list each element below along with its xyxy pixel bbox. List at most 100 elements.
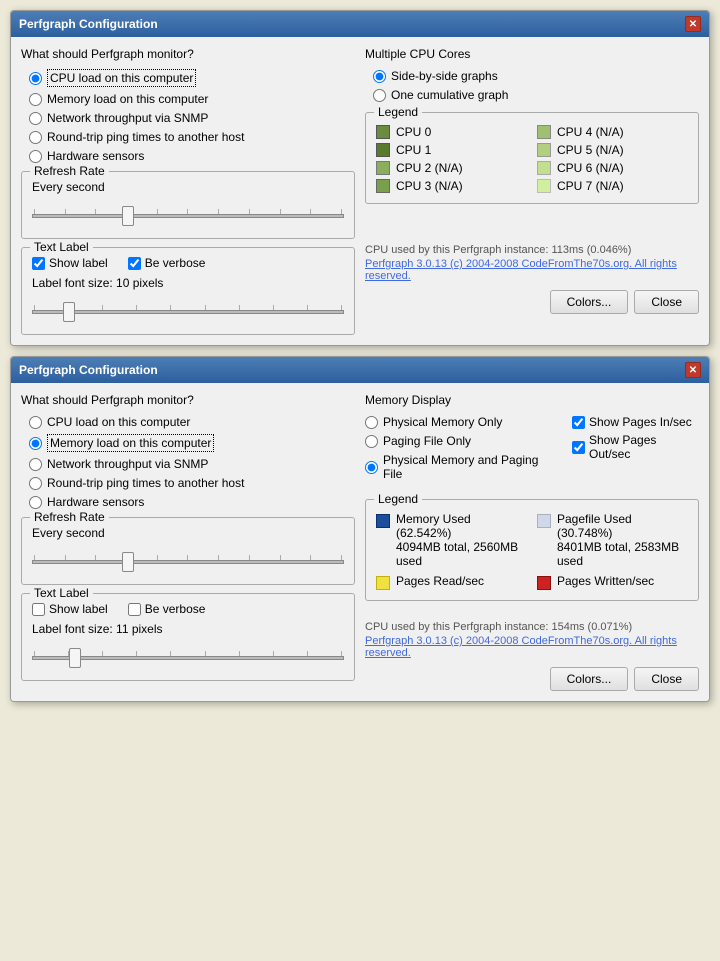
monitor-radio-memory-2[interactable] (29, 437, 42, 450)
copyright-text-1: Perfgraph 3.0.13 (c) 2004-2008 CodeFromT… (365, 258, 699, 282)
memory-display-layout-2: Physical Memory Only Paging File Only Ph… (365, 415, 699, 489)
legend-item-cpu1: CPU 1 (376, 143, 527, 157)
monitor-radio-roundtrip-1[interactable] (29, 131, 42, 144)
legend-group-1: Legend CPU 0 CPU 4 (N/A) CPU 1 (365, 112, 699, 204)
colors-button-1[interactable]: Colors... (550, 290, 629, 314)
show-pages-in-checkbox-2[interactable]: Show Pages In/sec (572, 415, 699, 429)
legend-item-pagefile-used-2: Pagefile Used (30.748%)8401MB total, 258… (537, 512, 688, 568)
memory-display-both-2[interactable]: Physical Memory and Paging File (365, 453, 558, 481)
font-size-slider-1[interactable] (32, 310, 344, 314)
be-verbose-text-2: Be verbose (145, 602, 206, 616)
be-verbose-checkbox-1[interactable]: Be verbose (128, 256, 206, 270)
refresh-rate-sublabel-1: Every second (32, 180, 344, 194)
legend-item-cpu4: CPU 4 (N/A) (537, 125, 688, 139)
legend-color-cpu6 (537, 161, 551, 175)
legend-color-pagefile-used-2 (537, 514, 551, 528)
monitor-option-network-1[interactable]: Network throughput via SNMP (29, 111, 355, 125)
monitor-option-cpu-1[interactable]: CPU load on this computer (29, 69, 355, 87)
monitor-option-hardware-2[interactable]: Hardware sensors (29, 495, 355, 509)
show-pages-out-checkbox-2[interactable]: Show Pages Out/sec (572, 433, 699, 461)
monitor-label-network-1: Network throughput via SNMP (47, 111, 208, 125)
refresh-rate-title-2: Refresh Rate (30, 510, 109, 524)
show-label-input-1[interactable] (32, 257, 45, 270)
show-label-text-2: Show label (49, 602, 108, 616)
cpu-display-label-cumulative-1: One cumulative graph (391, 88, 508, 102)
button-row-1: Colors... Close (365, 290, 699, 314)
window-title-2: Perfgraph Configuration (19, 363, 158, 377)
monitor-option-network-2[interactable]: Network throughput via SNMP (29, 457, 355, 471)
close-button-1[interactable]: ✕ (685, 16, 701, 32)
monitor-option-cpu-2[interactable]: CPU load on this computer (29, 415, 355, 429)
monitor-radio-group-2: CPU load on this computer Memory load on… (29, 415, 355, 509)
show-label-checkbox-1[interactable]: Show label (32, 256, 108, 270)
close-btn-1[interactable]: Close (634, 290, 699, 314)
close-btn-2[interactable]: Close (634, 667, 699, 691)
left-panel-1: What should Perfgraph monitor? CPU load … (21, 47, 355, 335)
legend-color-pages-read-2 (376, 576, 390, 590)
cpu-display-radio-sidebyside-1[interactable] (373, 70, 386, 83)
memory-display-paging-2[interactable]: Paging File Only (365, 434, 558, 448)
status-text-1: CPU used by this Perfgraph instance: 113… (365, 244, 699, 256)
legend-label-cpu5: CPU 5 (N/A) (557, 143, 624, 157)
cpu-display-cumulative-1[interactable]: One cumulative graph (373, 88, 699, 102)
cpu-display-radio-group-1: Side-by-side graphs One cumulative graph (373, 69, 699, 102)
legend-item-memory-used-2: Memory Used (62.542%)4094MB total, 2560M… (376, 512, 527, 568)
monitor-label-roundtrip-1: Round-trip ping times to another host (47, 130, 244, 144)
monitor-radio-roundtrip-2[interactable] (29, 477, 42, 490)
monitor-radio-memory-1[interactable] (29, 93, 42, 106)
monitor-label-roundtrip-2: Round-trip ping times to another host (47, 476, 244, 490)
memory-display-label-both-2: Physical Memory and Paging File (383, 453, 558, 481)
cpu-display-radio-cumulative-1[interactable] (373, 89, 386, 102)
legend-color-cpu3 (376, 179, 390, 193)
monitor-radio-hardware-1[interactable] (29, 150, 42, 163)
monitor-radio-cpu-2[interactable] (29, 416, 42, 429)
monitor-label-memory-1: Memory load on this computer (47, 92, 208, 106)
monitor-option-roundtrip-1[interactable]: Round-trip ping times to another host (29, 130, 355, 144)
show-pages-out-input-2[interactable] (572, 441, 585, 454)
text-label-title-2: Text Label (30, 586, 93, 600)
monitor-radio-cpu-1[interactable] (29, 72, 42, 85)
colors-button-2[interactable]: Colors... (550, 667, 629, 691)
legend-color-cpu5 (537, 143, 551, 157)
legend-color-cpu7 (537, 179, 551, 193)
window-1-content: What should Perfgraph monitor? CPU load … (11, 37, 709, 345)
memory-display-radio-both-2[interactable] (365, 461, 378, 474)
monitor-option-memory-1[interactable]: Memory load on this computer (29, 92, 355, 106)
be-verbose-checkbox-2[interactable]: Be verbose (128, 602, 206, 616)
memory-display-radio-paging-2[interactable] (365, 435, 378, 448)
monitor-option-hardware-1[interactable]: Hardware sensors (29, 149, 355, 163)
legend-item-pages-read-2: Pages Read/sec (376, 574, 527, 590)
show-pages-out-text-2: Show Pages Out/sec (589, 433, 699, 461)
show-label-checkbox-2[interactable]: Show label (32, 602, 108, 616)
cpu-display-sidebyside-1[interactable]: Side-by-side graphs (373, 69, 699, 83)
show-pages-in-text-2: Show Pages In/sec (589, 415, 692, 429)
legend-label-cpu7: CPU 7 (N/A) (557, 179, 624, 193)
button-row-2: Colors... Close (365, 667, 699, 691)
font-slider-wrapper-2 (32, 640, 344, 670)
legend-grid-1: CPU 0 CPU 4 (N/A) CPU 1 CPU 5 (N/A) (376, 125, 688, 193)
memory-display-physical-2[interactable]: Physical Memory Only (365, 415, 558, 429)
monitor-radio-network-1[interactable] (29, 112, 42, 125)
text-label-title-1: Text Label (30, 240, 93, 254)
legend-item-cpu3: CPU 3 (N/A) (376, 179, 527, 193)
legend-color-cpu1 (376, 143, 390, 157)
close-button-2[interactable]: ✕ (685, 362, 701, 378)
monitor-radio-network-2[interactable] (29, 458, 42, 471)
show-pages-in-input-2[interactable] (572, 416, 585, 429)
refresh-rate-slider-1[interactable] (32, 214, 344, 218)
be-verbose-input-1[interactable] (128, 257, 141, 270)
monitor-option-memory-2[interactable]: Memory load on this computer (29, 434, 355, 452)
be-verbose-input-2[interactable] (128, 603, 141, 616)
show-label-input-2[interactable] (32, 603, 45, 616)
monitor-section-title-2: What should Perfgraph monitor? (21, 393, 355, 407)
memory-display-label-paging-2: Paging File Only (383, 434, 471, 448)
monitor-option-roundtrip-2[interactable]: Round-trip ping times to another host (29, 476, 355, 490)
monitor-radio-hardware-2[interactable] (29, 496, 42, 509)
memory-display-radio-physical-2[interactable] (365, 416, 378, 429)
left-panel-2: What should Perfgraph monitor? CPU load … (21, 393, 355, 691)
refresh-rate-slider-2[interactable] (32, 560, 344, 564)
text-label-row-2: Show label Be verbose (32, 602, 344, 616)
legend-label-cpu6: CPU 6 (N/A) (557, 161, 624, 175)
font-size-slider-2[interactable] (32, 656, 344, 660)
legend-color-memory-used-2 (376, 514, 390, 528)
